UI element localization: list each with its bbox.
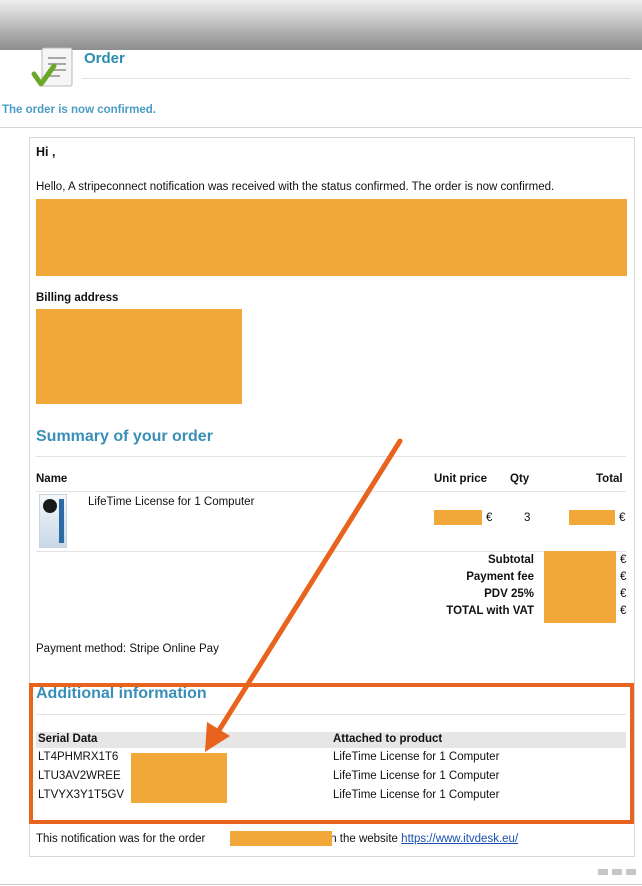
table-header-divider: [36, 491, 626, 492]
document-check-icon: [31, 47, 73, 87]
product-thumbnail: [39, 494, 67, 548]
top-bar: [0, 0, 642, 50]
unit-price-currency: €: [486, 512, 493, 524]
redacted-unit-price: [434, 510, 482, 525]
col-name: Name: [36, 473, 68, 485]
summary-title: Summary of your order: [36, 428, 213, 445]
billing-address-label: Billing address: [36, 292, 119, 304]
pdv-label: PDV 25%: [484, 588, 534, 600]
redacted-billing-address: [36, 309, 242, 404]
redacted-block: [36, 199, 627, 276]
col-unit-price: Unit price: [434, 473, 488, 485]
pager-dot[interactable]: [626, 869, 636, 875]
item-total-currency: €: [619, 512, 626, 524]
website-link[interactable]: https://www.itvdesk.eu/: [401, 833, 518, 845]
product-name: LifeTime License for 1 Computer: [88, 496, 255, 508]
greeting: Hi ,: [36, 145, 56, 159]
footer-prefix: This notification was for the order: [36, 833, 206, 845]
redacted-item-total: [569, 510, 615, 525]
item-qty: 3: [524, 512, 531, 524]
annotation-highlight-box: [29, 683, 634, 824]
page-title: Order: [84, 50, 125, 67]
payment-fee-label: Payment fee: [466, 571, 534, 583]
payment-fee-currency: €: [620, 571, 627, 583]
subtotal-currency: €: [620, 554, 627, 566]
redacted-order-number: [230, 831, 332, 846]
total-with-vat-label: TOTAL with VAT: [446, 605, 534, 617]
payment-method: Payment method: Stripe Online Pay: [36, 643, 219, 655]
subtotal-label: Subtotal: [488, 554, 534, 566]
bottom-divider: [0, 884, 642, 885]
confirmation-message: The order is now confirmed.: [2, 104, 156, 116]
pager-dot[interactable]: [612, 869, 622, 875]
header-divider: [0, 127, 642, 128]
footer-middle: on the website: [323, 833, 398, 845]
col-qty: Qty: [510, 473, 530, 485]
item-divider: [36, 551, 626, 552]
summary-divider: [36, 456, 626, 457]
pager-dot[interactable]: [598, 869, 608, 875]
notification-text: Hello, A stripeconnect notification was …: [36, 181, 555, 193]
pdv-currency: €: [620, 588, 627, 600]
col-total: Total: [596, 473, 623, 485]
title-divider: [82, 78, 630, 79]
total-currency: €: [620, 605, 627, 617]
redacted-totals: [544, 551, 616, 623]
